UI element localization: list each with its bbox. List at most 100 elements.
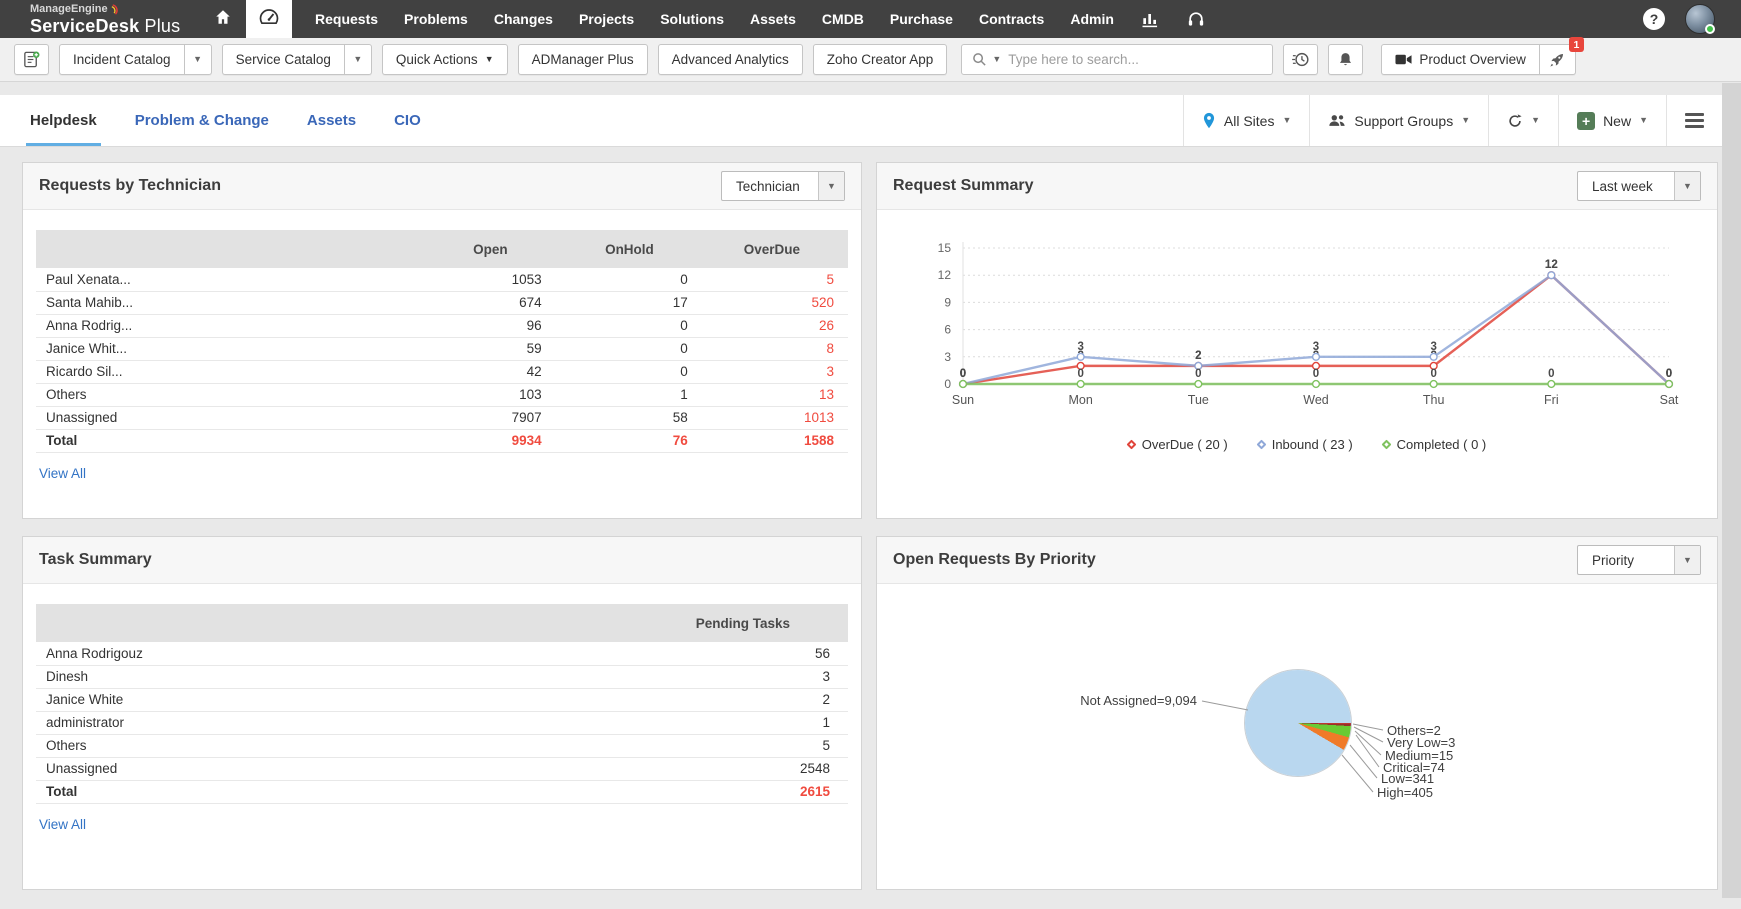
pending-count: 2 xyxy=(604,688,848,711)
view-all-link[interactable]: View All xyxy=(39,817,86,832)
nav-solutions[interactable]: Solutions xyxy=(647,0,737,38)
incident-catalog-dropdown[interactable]: Incident Catalog ▼ xyxy=(59,44,212,75)
user-avatar[interactable] xyxy=(1685,4,1715,34)
refresh-dropdown[interactable]: ▼ xyxy=(1488,95,1558,146)
nav-purchase[interactable]: Purchase xyxy=(877,0,966,38)
technician-filter-dropdown[interactable]: Technician ▼ xyxy=(721,171,845,201)
technician-requests-table: Open OnHold OverDue Paul Xenata... 1053 … xyxy=(36,230,848,453)
overdue-count: 8 xyxy=(702,337,848,360)
technician-name: Ricardo Sil... xyxy=(36,360,401,383)
owner-name: Unassigned xyxy=(36,757,604,780)
product-overview-button[interactable]: Product Overview xyxy=(1381,44,1540,75)
bell-icon xyxy=(1337,51,1354,68)
svg-text:Tue: Tue xyxy=(1188,393,1209,407)
advanced-analytics-label: Advanced Analytics xyxy=(672,52,789,67)
onhold-count: 1 xyxy=(556,383,702,406)
svg-text:3: 3 xyxy=(1077,341,1083,353)
inbound-marker-icon xyxy=(1256,440,1266,450)
svg-text:2: 2 xyxy=(1195,350,1201,362)
reports-chart-icon[interactable] xyxy=(1127,0,1173,38)
table-row: Paul Xenata... 1053 0 5 xyxy=(36,268,848,291)
home-tab[interactable] xyxy=(200,0,246,38)
name-column-header xyxy=(36,604,604,642)
panel-title: Request Summary xyxy=(893,177,1034,195)
app-logo[interactable]: ManageEngine ServiceDesk Plus xyxy=(0,4,200,35)
search-icon[interactable] xyxy=(972,52,987,67)
technician-name: Janice Whit... xyxy=(36,337,401,360)
search-input[interactable] xyxy=(1006,51,1262,68)
service-catalog-dropdown[interactable]: Service Catalog ▼ xyxy=(222,44,372,75)
chevron-down-icon[interactable]: ▼ xyxy=(992,55,1001,64)
legend-overdue[interactable]: OverDue ( 20 ) xyxy=(1128,437,1228,452)
onhold-count: 0 xyxy=(556,268,702,291)
admanager-plus-button[interactable]: ADManager Plus xyxy=(518,44,648,75)
open-count: 7907 xyxy=(401,406,555,429)
nav-changes[interactable]: Changes xyxy=(481,0,566,38)
nav-projects[interactable]: Projects xyxy=(566,0,647,38)
table-total-row: Total 2615 xyxy=(36,780,848,803)
dashboard-tab[interactable] xyxy=(246,0,292,38)
legend-inbound[interactable]: Inbound ( 23 ) xyxy=(1258,437,1353,452)
notifications-button[interactable] xyxy=(1328,44,1363,75)
table-row: Janice Whit... 59 0 8 xyxy=(36,337,848,360)
recent-items-button[interactable] xyxy=(1283,44,1318,75)
table-header-row: Open OnHold OverDue xyxy=(36,230,848,268)
overdue-count: 5 xyxy=(702,268,848,291)
groups-icon xyxy=(1328,113,1346,128)
tab-cio[interactable]: CIO xyxy=(394,95,421,146)
page-scrollbar[interactable] xyxy=(1722,83,1741,898)
all-sites-dropdown[interactable]: All Sites ▼ xyxy=(1183,95,1310,146)
whats-new-badge: 1 xyxy=(1569,37,1584,52)
nav-contracts[interactable]: Contracts xyxy=(966,0,1057,38)
svg-text:Sun: Sun xyxy=(952,393,974,407)
pending-count: 2548 xyxy=(604,757,848,780)
view-all-link[interactable]: View All xyxy=(39,466,86,481)
priority-pie-chart[interactable] xyxy=(1245,670,1351,776)
tab-assets[interactable]: Assets xyxy=(307,95,356,146)
table-row: Unassigned 7907 58 1013 xyxy=(36,406,848,429)
headset-icon[interactable] xyxy=(1173,0,1219,38)
svg-text:Mon: Mon xyxy=(1069,393,1093,407)
svg-text:3: 3 xyxy=(944,350,951,364)
svg-text:3: 3 xyxy=(1430,341,1436,353)
help-icon[interactable]: ? xyxy=(1643,8,1665,30)
nav-admin[interactable]: Admin xyxy=(1057,0,1127,38)
nav-assets[interactable]: Assets xyxy=(737,0,809,38)
table-row: Anna Rodrigouz 56 xyxy=(36,642,848,665)
total-label: Total xyxy=(36,429,401,452)
nav-problems[interactable]: Problems xyxy=(391,0,481,38)
panel-header: Task Summary xyxy=(23,537,861,584)
new-dropdown[interactable]: + New ▼ xyxy=(1558,95,1666,146)
online-status-dot xyxy=(1705,24,1715,34)
owner-name: Anna Rodrigouz xyxy=(36,642,604,665)
zoho-creator-app-button[interactable]: Zoho Creator App xyxy=(813,44,948,75)
dashboard-menu-button[interactable] xyxy=(1666,95,1722,146)
refresh-icon xyxy=(1507,113,1523,129)
quick-actions-dropdown[interactable]: Quick Actions ▼ xyxy=(382,44,508,75)
tab-problem-change[interactable]: Problem & Change xyxy=(135,95,269,146)
brand-product: ServiceDesk xyxy=(30,16,139,36)
svg-text:Sat: Sat xyxy=(1660,393,1679,407)
priority-filter-dropdown[interactable]: Priority ▼ xyxy=(1577,545,1701,575)
owner-name: Others xyxy=(36,734,604,757)
pending-count: 3 xyxy=(604,665,848,688)
onhold-count: 0 xyxy=(556,337,702,360)
new-template-button[interactable] xyxy=(14,44,49,75)
advanced-analytics-button[interactable]: Advanced Analytics xyxy=(658,44,803,75)
open-count: 674 xyxy=(401,291,555,314)
period-filter-dropdown[interactable]: Last week ▼ xyxy=(1577,171,1701,201)
task-summary-panel: Task Summary Pending Tasks Anna Rodrigou… xyxy=(22,536,862,890)
chevron-down-icon: ▼ xyxy=(1282,116,1291,125)
table-row: Janice White 2 xyxy=(36,688,848,711)
nav-cmdb[interactable]: CMDB xyxy=(809,0,877,38)
open-count: 59 xyxy=(401,337,555,360)
onhold-count: 0 xyxy=(556,314,702,337)
legend-completed[interactable]: Completed ( 0 ) xyxy=(1383,437,1487,452)
owner-name: administrator xyxy=(36,711,604,734)
task-summary-table: Pending Tasks Anna Rodrigouz 56 Dinesh 3… xyxy=(36,604,848,804)
tab-helpdesk[interactable]: Helpdesk xyxy=(30,95,97,146)
support-groups-dropdown[interactable]: Support Groups ▼ xyxy=(1309,95,1488,146)
product-overview-group: Product Overview 1 xyxy=(1381,44,1576,75)
nav-requests[interactable]: Requests xyxy=(302,0,391,38)
svg-text:0: 0 xyxy=(1548,368,1554,380)
